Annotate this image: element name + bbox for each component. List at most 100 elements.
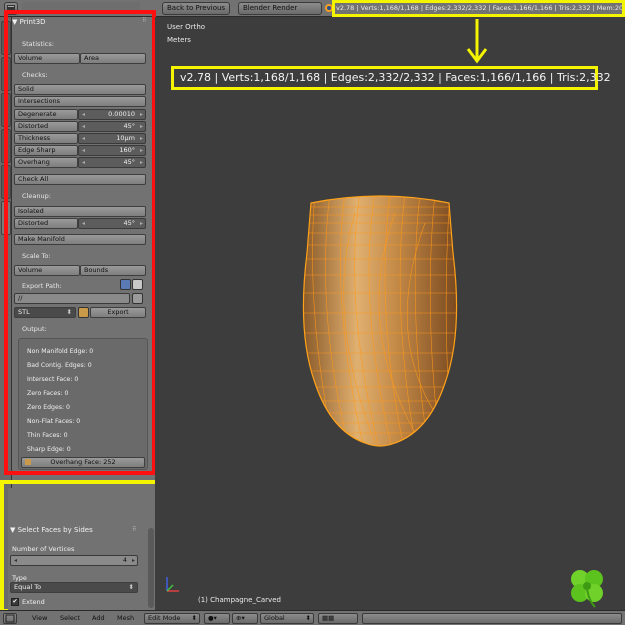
extend-checkbox[interactable]: ✔ <box>11 598 19 606</box>
drag-handle-icon[interactable]: ⠿ <box>132 526 136 533</box>
thickness-button[interactable]: Thickness <box>14 133 78 144</box>
viewport-shading-select[interactable]: ●▾ <box>204 613 230 624</box>
increment-arrow-icon[interactable]: ▸ <box>140 219 143 228</box>
orientation-value: Global <box>264 614 285 622</box>
blender-window: Back to Previous Blender Render v2.78 | … <box>0 0 625 625</box>
export-path-field[interactable]: // <box>14 293 130 304</box>
output-label: Output: <box>22 325 47 333</box>
type-label: Type <box>12 574 27 582</box>
overhang-face-button[interactable]: Overhang Face: 252 <box>21 457 145 468</box>
increment-arrow-icon[interactable]: ▸ <box>140 134 143 143</box>
area-button[interactable]: Area <box>80 53 146 64</box>
increment-arrow-icon[interactable]: ▸ <box>140 122 143 131</box>
cleanup-distorted-button[interactable]: Distorted <box>14 218 78 229</box>
cleanup-distorted-field[interactable]: ◂ 45° ▸ <box>78 218 146 229</box>
editor-type-button[interactable] <box>3 613 17 624</box>
export-path-label: Export Path: <box>22 282 62 290</box>
mesh-object[interactable] <box>295 193 465 463</box>
volume-button[interactable]: Volume <box>14 53 80 64</box>
statistics-label: Statistics: <box>22 40 54 48</box>
view-name: User Ortho <box>167 23 206 31</box>
panel-scrollbar[interactable] <box>148 528 154 608</box>
extend-label: Extend <box>22 598 45 606</box>
degenerate-value: 0.00010 <box>108 110 135 118</box>
clover-logo-icon <box>571 570 603 608</box>
edge-sharp-button[interactable]: Edge Sharp <box>14 145 78 156</box>
eyedropper-icon[interactable] <box>120 279 131 290</box>
arrow-down-icon <box>466 19 488 64</box>
mode-select[interactable]: Edit Mode ⬍ <box>144 613 200 624</box>
view-menu[interactable]: View <box>32 614 47 622</box>
layer-buttons[interactable]: ▦▦ <box>318 613 358 624</box>
3d-view-icon <box>5 614 15 623</box>
report-line: Non-Flat Faces: 0 <box>27 418 81 425</box>
face-select-icon <box>25 459 31 465</box>
output-report: Non Manifold Edge: 0 Bad Contig. Edges: … <box>18 338 148 470</box>
increment-arrow-icon[interactable]: ▸ <box>140 146 143 155</box>
snap-and-select-mode-buttons[interactable] <box>362 613 622 624</box>
overhang-value: 45° <box>123 158 135 166</box>
distorted-field[interactable]: ◂ 45° ▸ <box>78 121 146 132</box>
back-to-previous-button[interactable]: Back to Previous <box>162 2 231 15</box>
file-icon[interactable] <box>132 279 143 290</box>
folder-icon[interactable] <box>132 293 143 304</box>
increment-arrow-icon[interactable]: ▸ <box>140 158 143 167</box>
export-format-select[interactable]: STL ⬍ <box>14 307 76 318</box>
print3d-panel-header[interactable]: ▼ Print3D <box>12 16 46 28</box>
dropdown-arrow-icon: ⬍ <box>128 583 134 591</box>
degenerate-field[interactable]: ◂ 0.00010 ▸ <box>78 109 146 120</box>
dropdown-arrow-icon: ⬍ <box>191 614 197 622</box>
num-vertices-field[interactable]: ◂ 4 ▸ <box>10 555 138 566</box>
report-line: Sharp Edge: 0 <box>27 446 71 453</box>
scale-volume-button[interactable]: Volume <box>14 265 80 276</box>
operator-title: Select Faces by Sides <box>17 526 93 534</box>
dropdown-arrow-icon: ⬍ <box>66 308 72 316</box>
add-menu[interactable]: Add <box>92 614 105 622</box>
dropdown-arrow-icon: ⬍ <box>305 614 311 622</box>
mesh-menu[interactable]: Mesh <box>117 614 134 622</box>
3d-view-header: View Select Add Mesh Edit Mode ⬍ ●▾ ⊕▾ G… <box>0 610 625 625</box>
scale-bounds-button[interactable]: Bounds <box>80 265 146 276</box>
thickness-field[interactable]: ◂ 10μm ▸ <box>78 133 146 144</box>
overhang-field[interactable]: ◂ 45° ▸ <box>78 157 146 168</box>
print3d-title: Print3D <box>19 18 46 26</box>
check-all-button[interactable]: Check All <box>14 174 146 185</box>
select-menu[interactable]: Select <box>60 614 80 622</box>
collapse-triangle-icon: ▼ <box>12 18 20 26</box>
isolated-button[interactable]: Isolated <box>14 206 146 217</box>
export-format-value: STL <box>18 308 30 316</box>
stats-callout: v2.78 | Verts:1,168/1,168 | Edges:2,332/… <box>171 66 611 90</box>
drag-handle-icon[interactable]: ⠿ <box>142 17 146 24</box>
render-engine-select[interactable]: Blender Render <box>238 2 322 15</box>
thickness-value: 10μm <box>116 134 135 142</box>
scale-to-label: Scale To: <box>22 252 51 260</box>
intersections-button[interactable]: Intersections <box>14 96 146 107</box>
solid-button[interactable]: Solid <box>14 84 146 95</box>
mode-value: Edit Mode <box>148 614 181 622</box>
type-select[interactable]: Equal To ⬍ <box>10 582 138 593</box>
operator-panel: ▼ Select Faces by Sides ⠿ Number of Vert… <box>8 488 157 613</box>
3d-viewport[interactable]: User Ortho Meters (1) Champagne_Carved <box>155 17 625 610</box>
distorted-button[interactable]: Distorted <box>14 121 78 132</box>
decrement-arrow-icon[interactable]: ◂ <box>82 219 85 228</box>
num-vertices-label: Number of Vertices <box>12 545 75 553</box>
increment-arrow-icon[interactable]: ▸ <box>140 110 143 119</box>
pivot-point-select[interactable]: ⊕▾ <box>232 613 258 624</box>
degenerate-button[interactable]: Degenerate <box>14 109 78 120</box>
export-button[interactable]: Export <box>90 307 146 318</box>
decrement-arrow-icon[interactable]: ◂ <box>82 134 85 143</box>
overhang-button[interactable]: Overhang <box>14 157 78 168</box>
decrement-arrow-icon[interactable]: ◂ <box>82 146 85 155</box>
decrement-arrow-icon[interactable]: ◂ <box>14 556 17 565</box>
decrement-arrow-icon[interactable]: ◂ <box>82 122 85 131</box>
orientation-select[interactable]: Global ⬍ <box>260 613 314 624</box>
decrement-arrow-icon[interactable]: ◂ <box>82 110 85 119</box>
increment-arrow-icon[interactable]: ▸ <box>132 556 135 565</box>
report-line: Non Manifold Edge: 0 <box>27 348 94 355</box>
units-label: Meters <box>167 36 191 44</box>
edge-sharp-value: 160° <box>119 146 135 154</box>
edge-sharp-field[interactable]: ◂ 160° ▸ <box>78 145 146 156</box>
operator-panel-header[interactable]: ▼ Select Faces by Sides <box>10 524 93 536</box>
make-manifold-button[interactable]: Make Manifold <box>14 234 146 245</box>
decrement-arrow-icon[interactable]: ◂ <box>82 158 85 167</box>
